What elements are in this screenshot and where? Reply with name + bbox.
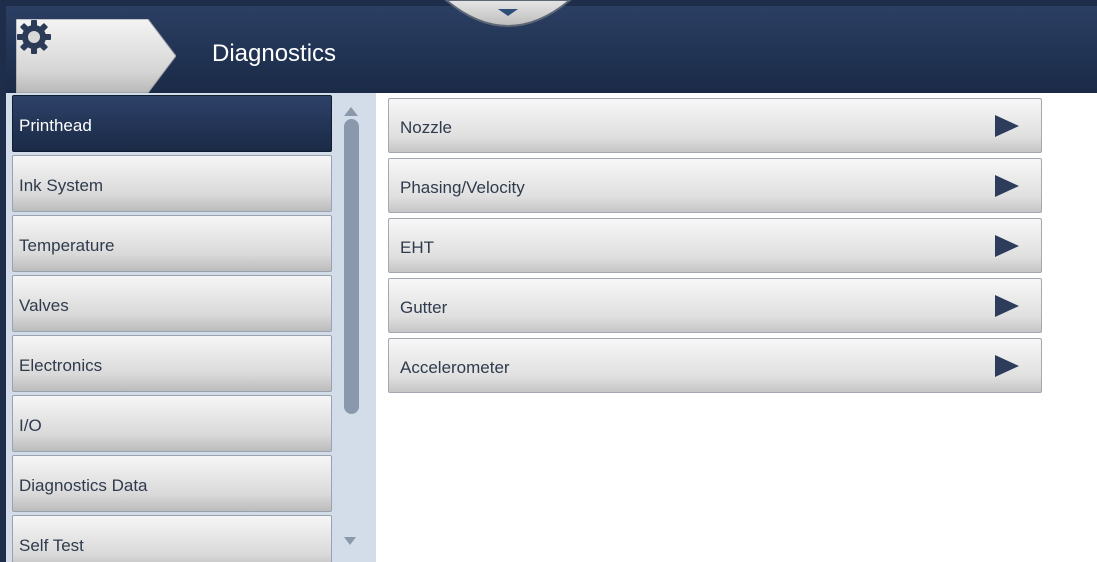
arrow-right-icon [995, 175, 1019, 197]
sidebar-item-label: Diagnostics Data [19, 476, 148, 495]
page-title: Diagnostics [212, 40, 337, 67]
scroll-up-icon[interactable] [344, 107, 358, 116]
option-accelerometer[interactable]: Accelerometer [388, 338, 1042, 393]
scrollbar-thumb[interactable] [344, 119, 359, 414]
sidebar-item-label: Electronics [19, 356, 103, 375]
sidebar-item-label: Temperature [19, 236, 115, 255]
option-nozzle[interactable]: Nozzle [388, 98, 1042, 153]
option-label: Gutter [400, 298, 448, 317]
sidebar-item-temperature[interactable]: Temperature [12, 215, 332, 272]
sidebar-item-valves[interactable]: Valves [12, 275, 332, 332]
sidebar-item-self-test[interactable]: Self Test [12, 515, 332, 562]
sidebar-item-electronics[interactable]: Electronics [12, 335, 332, 392]
sidebar-item-label: Valves [19, 296, 69, 315]
option-label: Nozzle [400, 118, 452, 137]
settings-button[interactable] [16, 19, 176, 93]
option-label: Phasing/Velocity [400, 178, 525, 197]
option-eht[interactable]: EHT [388, 218, 1042, 273]
sidebar-item-label: I/O [19, 416, 42, 435]
sidebar-item-label: Self Test [19, 536, 84, 555]
option-gutter[interactable]: Gutter [388, 278, 1042, 333]
dropdown-tab[interactable] [438, 0, 578, 28]
scroll-down-icon[interactable] [344, 537, 356, 545]
sidebar-item-label: Ink System [19, 176, 104, 195]
gear-icon [17, 20, 51, 54]
sidebar-item-ink-system[interactable]: Ink System [12, 155, 332, 212]
arrow-right-icon [995, 115, 1019, 137]
content-area: Printhead Ink System Temperature Valves … [6, 93, 1097, 562]
arrow-right-icon [995, 355, 1019, 377]
arrow-right-icon [995, 235, 1019, 257]
app-frame: Diagnostics Printhead Ink System Tempera… [0, 0, 1097, 562]
category-panel: Printhead Ink System Temperature Valves … [6, 93, 376, 562]
option-label: Accelerometer [400, 358, 510, 377]
option-phasing-velocity[interactable]: Phasing/Velocity [388, 158, 1042, 213]
sidebar-item-printhead[interactable]: Printhead [12, 95, 332, 152]
arrow-right-icon [995, 295, 1019, 317]
option-label: EHT [400, 238, 434, 257]
sidebar-item-label: Printhead [19, 116, 92, 135]
sidebar-item-diagnostics-data[interactable]: Diagnostics Data [12, 455, 332, 512]
sidebar-item-io[interactable]: I/O [12, 395, 332, 452]
